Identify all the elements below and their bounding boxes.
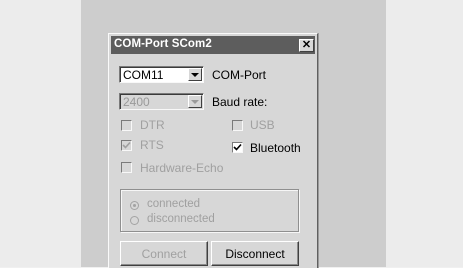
close-icon: ✕ bbox=[301, 39, 312, 51]
background-right bbox=[386, 0, 463, 267]
baud-rate-value: 2400 bbox=[123, 95, 150, 109]
connected-label: connected bbox=[147, 198, 201, 210]
chevron-down-icon bbox=[191, 99, 199, 104]
connection-status-group bbox=[120, 189, 299, 232]
usb-checkbox[interactable] bbox=[232, 120, 243, 131]
hardware-echo-label: Hardware-Echo bbox=[140, 161, 224, 175]
background-left bbox=[0, 0, 81, 267]
close-button[interactable]: ✕ bbox=[299, 39, 314, 52]
connected-radio[interactable] bbox=[130, 201, 139, 210]
com-port-dropdown-button[interactable] bbox=[188, 68, 202, 81]
com-port-label: COM-Port bbox=[212, 68, 266, 82]
disconnected-label: disconnected bbox=[147, 213, 215, 225]
baud-rate-label: Baud rate: bbox=[212, 95, 268, 109]
chevron-down-icon bbox=[191, 72, 199, 77]
com-port-select[interactable]: COM11 bbox=[119, 66, 204, 83]
title-bar[interactable]: COM-Port SCom2 ✕ bbox=[111, 36, 315, 54]
bluetooth-label: Bluetooth bbox=[250, 141, 301, 155]
rts-label: RTS bbox=[140, 138, 164, 152]
checkmark-icon bbox=[122, 141, 131, 149]
baud-rate-dropdown-button[interactable] bbox=[188, 95, 202, 108]
rts-checkbox[interactable] bbox=[121, 140, 132, 151]
dtr-checkbox[interactable] bbox=[121, 120, 132, 131]
connect-button[interactable]: Connect bbox=[120, 241, 208, 266]
checkmark-icon bbox=[233, 143, 242, 151]
disconnect-button[interactable]: Disconnect bbox=[211, 241, 299, 266]
baud-rate-select[interactable]: 2400 bbox=[119, 93, 204, 110]
usb-label: USB bbox=[250, 118, 275, 132]
radio-selected-dot bbox=[133, 204, 136, 207]
disconnected-radio[interactable] bbox=[130, 216, 139, 225]
hardware-echo-checkbox[interactable] bbox=[121, 162, 132, 173]
window-title: COM-Port SCom2 bbox=[114, 38, 212, 50]
com-port-value: COM11 bbox=[123, 68, 164, 82]
bluetooth-checkbox[interactable] bbox=[232, 142, 243, 153]
dtr-label: DTR bbox=[140, 118, 165, 132]
